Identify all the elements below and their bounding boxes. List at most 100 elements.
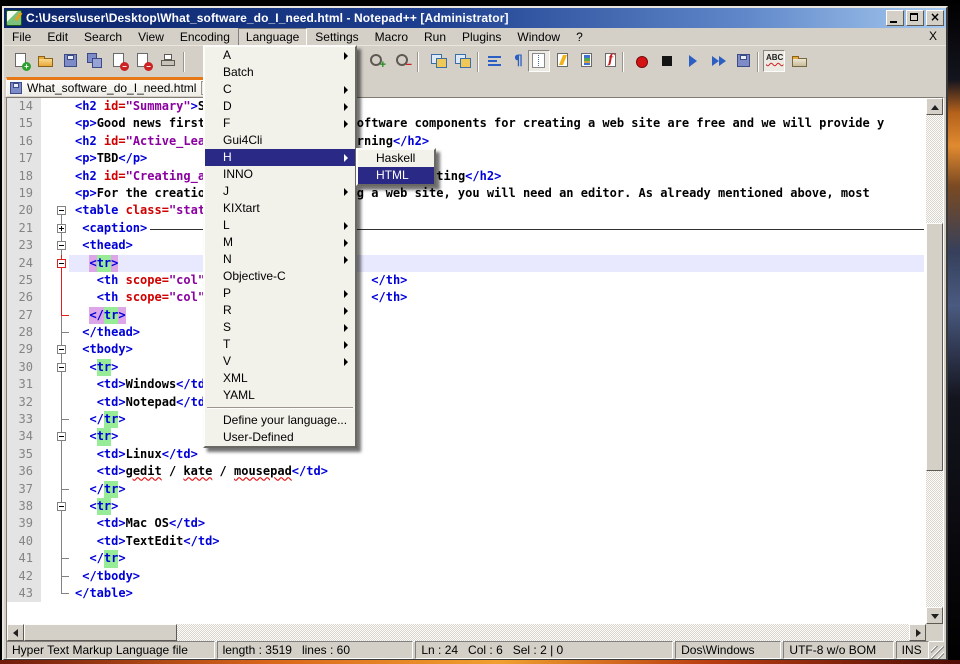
code-line-27[interactable]: 27 </tr> bbox=[7, 307, 924, 324]
code-line-29[interactable]: 29 <tbody> bbox=[7, 341, 924, 358]
sync-horizontal-button[interactable] bbox=[452, 50, 474, 72]
code-line-26[interactable]: 26 <th scope="col">Editor </th> bbox=[7, 289, 924, 306]
macro-stop-button[interactable] bbox=[656, 50, 678, 72]
fold-margin-marker[interactable] bbox=[41, 202, 69, 219]
code-line-41[interactable]: 41 </tr> bbox=[7, 550, 924, 567]
minimize-button[interactable] bbox=[886, 10, 904, 26]
menu-view[interactable]: View bbox=[130, 28, 172, 46]
menu-plugins[interactable]: Plugins bbox=[454, 28, 509, 46]
language-menu-item-j[interactable]: J bbox=[205, 183, 355, 200]
macro-run-multiple-button[interactable] bbox=[708, 50, 730, 72]
language-menu-item-inno[interactable]: INNO bbox=[205, 166, 355, 183]
notepad-plus-plus-icon[interactable] bbox=[6, 10, 22, 26]
code-line-40[interactable]: 40 <td>TextEdit</td> bbox=[7, 533, 924, 550]
menu-language[interactable]: Language bbox=[238, 28, 307, 46]
code-line-39[interactable]: 39 <td>Mac OS</td> bbox=[7, 515, 924, 532]
language-menu-item-s[interactable]: S bbox=[205, 319, 355, 336]
save-all-button[interactable] bbox=[84, 50, 106, 72]
code-line-20[interactable]: 20<table class="stats"> bbox=[7, 202, 924, 219]
menu-settings[interactable]: Settings bbox=[307, 28, 366, 46]
code-line-33[interactable]: 33 </tr> bbox=[7, 411, 924, 428]
language-menu-item-h[interactable]: H bbox=[205, 149, 355, 166]
language-menu-item-objective-c[interactable]: Objective-C bbox=[205, 268, 355, 285]
spell-check-settings-button[interactable] bbox=[789, 50, 811, 72]
code-line-24[interactable]: 24 <tr> bbox=[7, 255, 924, 272]
language-menu-item-gui4cli[interactable]: Gui4Cli bbox=[205, 132, 355, 149]
fold-margin-marker[interactable] bbox=[41, 237, 69, 254]
code-line-21[interactable]: 21 <caption> bbox=[7, 220, 924, 237]
vertical-scrollbar[interactable] bbox=[926, 98, 943, 624]
indent-guide-button[interactable] bbox=[528, 50, 550, 72]
zoom-in-button[interactable] bbox=[366, 50, 388, 72]
close-all-button[interactable] bbox=[132, 50, 154, 72]
zoom-out-button[interactable] bbox=[392, 50, 414, 72]
code-area[interactable]: 14<h2 id="Summary">Summary</h2>15<p>Good… bbox=[7, 98, 924, 622]
scroll-down-button[interactable] bbox=[926, 607, 943, 624]
code-line-18[interactable]: 18<h2 id="Creating_and_Editing">Creating… bbox=[7, 168, 924, 185]
code-line-17[interactable]: 17<p>TBD</p> bbox=[7, 150, 924, 167]
fold-margin-marker[interactable] bbox=[41, 498, 69, 515]
language-submenu-item-haskell[interactable]: Haskell bbox=[358, 150, 434, 167]
close-button[interactable] bbox=[926, 10, 944, 26]
document-map-button[interactable] bbox=[576, 50, 598, 72]
code-line-42[interactable]: 42 </tbody> bbox=[7, 568, 924, 585]
code-line-30[interactable]: 30 <tr> bbox=[7, 359, 924, 376]
language-submenu-item-html[interactable]: HTML bbox=[358, 167, 434, 184]
language-menu-item-xml[interactable]: XML bbox=[205, 370, 355, 387]
menu-macro[interactable]: Macro bbox=[367, 28, 416, 46]
user-language-dialog-button[interactable] bbox=[552, 50, 574, 72]
macro-play-button[interactable] bbox=[682, 50, 704, 72]
language-menu-item-d[interactable]: D bbox=[205, 98, 355, 115]
menu-window[interactable]: Window bbox=[509, 28, 568, 46]
code-line-16[interactable]: 16<h2 id="Active_Learning">Active Web Le… bbox=[7, 133, 924, 150]
menu-help[interactable]: ? bbox=[568, 28, 591, 46]
language-menu-item-kixtart[interactable]: KIXtart bbox=[205, 200, 355, 217]
macro-record-button[interactable] bbox=[630, 50, 652, 72]
code-line-23[interactable]: 23 <thead> bbox=[7, 237, 924, 254]
language-menu-item-n[interactable]: N bbox=[205, 251, 355, 268]
language-menu-item-yaml[interactable]: YAML bbox=[205, 387, 355, 404]
fold-margin-marker[interactable] bbox=[41, 341, 69, 358]
code-line-32[interactable]: 32 <td>Notepad</td> bbox=[7, 394, 924, 411]
fold-margin-marker[interactable] bbox=[41, 220, 69, 237]
language-menu-item-l[interactable]: L bbox=[205, 217, 355, 234]
code-line-19[interactable]: 19<p>For the creation and updating/editi… bbox=[7, 185, 924, 202]
code-line-28[interactable]: 28 </thead> bbox=[7, 324, 924, 341]
language-menu-item-user-defined[interactable]: User-Defined bbox=[205, 429, 355, 446]
show-all-characters-button[interactable] bbox=[508, 50, 530, 72]
menu-run[interactable]: Run bbox=[416, 28, 454, 46]
language-menu-item-define-your-language[interactable]: Define your language... bbox=[205, 412, 355, 429]
document-close-icon[interactable]: X bbox=[929, 29, 937, 44]
fold-margin-marker[interactable] bbox=[41, 428, 69, 445]
scroll-up-button[interactable] bbox=[926, 98, 943, 115]
tab-what-software-do-i-need[interactable]: What_software_do_I_need.html bbox=[6, 77, 220, 97]
code-line-43[interactable]: 43</table> bbox=[7, 585, 924, 602]
fold-margin-marker[interactable] bbox=[41, 359, 69, 376]
sync-vertical-button[interactable] bbox=[428, 50, 450, 72]
code-line-36[interactable]: 36 <td>gedit / kate / mousepad</td> bbox=[7, 463, 924, 480]
word-wrap-button[interactable] bbox=[484, 50, 506, 72]
menu-search[interactable]: Search bbox=[76, 28, 130, 46]
maximize-button[interactable] bbox=[906, 10, 924, 26]
code-line-25[interactable]: 25 <th scope="col">Operating system </th… bbox=[7, 272, 924, 289]
code-line-35[interactable]: 35 <td>Linux</td> bbox=[7, 446, 924, 463]
code-line-15[interactable]: 15<p>Good news first: all of the needed … bbox=[7, 115, 924, 132]
code-line-37[interactable]: 37 </tr> bbox=[7, 481, 924, 498]
language-menu-item-p[interactable]: P bbox=[205, 285, 355, 302]
fold-margin-marker[interactable] bbox=[41, 255, 69, 272]
scroll-left-button[interactable] bbox=[7, 624, 24, 641]
language-menu-item-v[interactable]: V bbox=[205, 353, 355, 370]
language-menu-item-t[interactable]: T bbox=[205, 336, 355, 353]
horizontal-scrollbar[interactable] bbox=[7, 624, 926, 641]
spell-check-button[interactable] bbox=[763, 50, 785, 72]
horizontal-scroll-thumb[interactable] bbox=[24, 624, 177, 641]
code-line-14[interactable]: 14<h2 id="Summary">Summary</h2> bbox=[7, 98, 924, 115]
menu-edit[interactable]: Edit bbox=[39, 28, 76, 46]
macro-save-button[interactable] bbox=[733, 50, 755, 72]
resize-grip[interactable] bbox=[931, 646, 944, 659]
language-menu-item-c[interactable]: C bbox=[205, 81, 355, 98]
code-line-38[interactable]: 38 <tr> bbox=[7, 498, 924, 515]
language-menu-item-r[interactable]: R bbox=[205, 302, 355, 319]
code-line-34[interactable]: 34 <tr> bbox=[7, 428, 924, 445]
scroll-right-button[interactable] bbox=[909, 624, 926, 641]
